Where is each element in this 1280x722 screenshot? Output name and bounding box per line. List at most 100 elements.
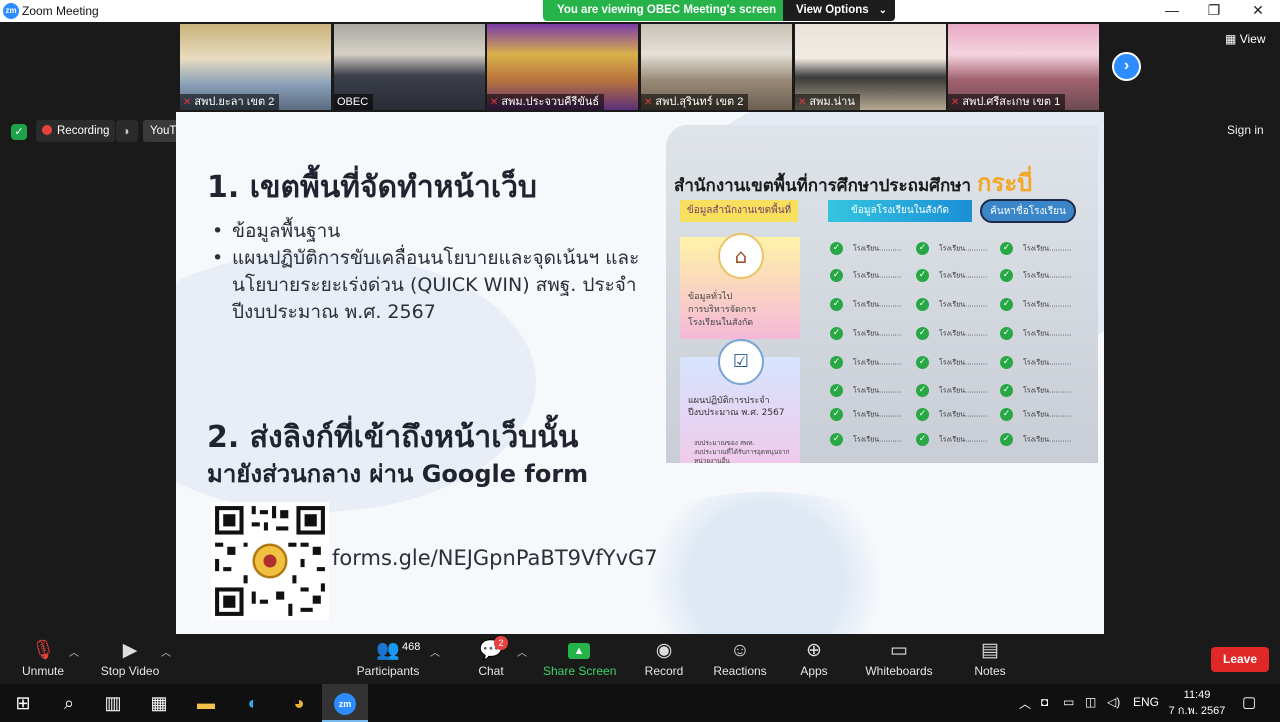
qr-code [211,502,329,620]
clock-time: 11:49 [1183,689,1211,701]
recording-label: Recording [57,125,110,137]
qr-app-icon[interactable]: ▦ [136,684,182,722]
share-screen-label: Share Screen [543,664,617,678]
participant-name: สพป.ยะลา เขต 2 [194,96,275,108]
meeting-toolbar: 🎙 Unmute ︿ ▶ Stop Video ︿ 👥 Participants… [0,634,1280,684]
sign-in-link[interactable]: Sign in [1227,123,1264,137]
office-card-item: การบริหารจัดการโรงเรียนในสังกัด [688,305,757,328]
show-hidden-icons-icon[interactable]: ︿ [1019,695,1031,712]
file-explorer-icon[interactable]: ▬ [183,684,229,722]
share-screen-button[interactable]: ▲ Share Screen [543,638,617,682]
participant-tile[interactable]: ✕ สพป.ยะลา เขต 2 [180,24,331,110]
windows-start-icon[interactable]: ⊞ [0,684,46,722]
view-options-button[interactable]: View Options ⌄ [783,0,895,21]
security-shield-icon[interactable]: ✓ [11,124,27,140]
participant-tile[interactable]: ✕ สพป.สุรินทร์ เขต 2 [641,24,792,110]
school-list-item: ✓ โรงเรียน.......... [1000,408,1071,421]
preview-title: สำนักงานเขตพื้นที่การศึกษาประถมศึกษา กระ… [674,163,1032,202]
audio-options-caret-icon[interactable]: ︿ [69,644,79,659]
participants-label: Participants [356,664,420,678]
school-list-item: ✓ โรงเรียน.......... [830,408,901,421]
slide-bullet: แผนปฏิบัติการขับเคลื่อนนโยบายและจุดเน้นฯ… [212,245,672,326]
whiteboards-button[interactable]: ▭ Whiteboards [864,638,934,682]
muted-mic-icon: ✕ [490,97,499,108]
school-list-item: ✓ โรงเรียน.......... [830,242,901,255]
reactions-label: Reactions [713,664,767,678]
chat-options-caret-icon[interactable]: ︿ [517,644,527,659]
live-stream-icon[interactable]: ◗ [116,120,138,142]
participant-name-tag: ✕ สพม.ประจวบคีรีขันธ์ [487,94,605,110]
participant-name-tag: ✕ สพป.ศรีสะเกษ เขต 1 [948,94,1066,110]
muted-mic-icon: ✕ [183,97,192,108]
apps-button[interactable]: ⊕ Apps [798,638,830,682]
smiley-icon: ☺ [730,640,750,661]
notification-icon[interactable]: ▢ [1242,693,1256,711]
record-dot-icon [42,125,52,135]
edge-browser-icon[interactable]: ◐ [230,684,276,722]
participant-name: สพม.ประจวบคีรีขันธ์ [501,96,600,108]
network-icon[interactable]: ◫ [1085,695,1096,709]
participant-tile[interactable]: OBEC [334,24,485,110]
check-icon: ✓ [1000,298,1013,311]
tray-app-icon[interactable]: ◘ [1041,695,1048,709]
chrome-browser-icon[interactable]: ◕ [276,684,322,722]
search-school-button: ค้นหาชื่อโรงเรียน [980,199,1076,223]
video-options-caret-icon[interactable]: ︿ [161,644,171,659]
share-screen-icon: ▲ [543,638,615,664]
minimize-button[interactable]: — [1150,0,1194,22]
participant-tile[interactable]: ✕ สพม.น่าน [795,24,946,110]
task-view-icon[interactable]: ▥ [90,684,136,722]
office-info-label: ข้อมูลสำนักงานเขตพื้นที่ [680,200,798,222]
participant-name-tag: ✕ สพป.ยะลา เขต 2 [180,94,280,110]
check-icon: ✓ [830,384,843,397]
check-icon: ✓ [830,327,843,340]
school-building-icon: ⌂ [718,233,764,279]
check-icon: ✓ [916,298,929,311]
gallery-view-icon: ▦ [1225,32,1237,46]
participant-name-tag: ✕ สพป.สุรินทร์ เขต 2 [641,94,749,110]
school-list-item: ✓ โรงเรียน.......... [1000,242,1071,255]
recording-indicator[interactable]: Recording [36,120,116,142]
close-button[interactable]: ✕ [1236,0,1280,22]
check-icon: ✓ [1000,384,1013,397]
website-preview-image: สำนักงานเขตพื้นที่การศึกษาประถมศึกษา กระ… [666,125,1098,463]
participant-tile[interactable]: ✕ สพม.ประจวบคีรีขันธ์ [487,24,638,110]
participant-tile[interactable]: ✕ สพป.ศรีสะเกษ เขต 1 [948,24,1099,110]
check-icon: ✓ [830,408,843,421]
window-title: Zoom Meeting [22,4,99,18]
windows-taskbar: ⊞ ⌕ ▥ ▦ ▬ ◐ ◕ zm ︿ ◘ ▭ ◫ ◁) ENG 11:49 7 … [0,684,1280,722]
stop-video-button[interactable]: ▶ Stop Video [98,638,162,682]
record-button[interactable]: ◉ Record [642,638,686,682]
check-icon: ✓ [916,433,929,446]
participants-options-caret-icon[interactable]: ︿ [430,644,440,659]
chat-label: Chat [478,664,504,678]
leave-button[interactable]: Leave [1211,647,1269,672]
stop-video-label: Stop Video [100,664,160,678]
check-icon: ✓ [1000,356,1013,369]
record-icon: ◉ [655,640,673,661]
check-icon: ✓ [916,269,929,282]
office-card-item: ข้อมูลทั่วไป [688,292,733,302]
restore-button[interactable]: ❐ [1192,0,1236,22]
check-icon: ✓ [1000,242,1013,255]
system-clock[interactable]: 11:49 7 ก.พ. 2567 [1166,687,1228,719]
check-icon: ✓ [1000,269,1013,282]
search-icon[interactable]: ⌕ [46,684,92,722]
next-page-button[interactable]: › [1112,52,1141,81]
input-language[interactable]: ENG [1133,695,1159,709]
school-list-item: ✓ โรงเรียน.......... [1000,356,1071,369]
school-list-item: ✓ โรงเรียน.......... [916,356,987,369]
school-list-item: ✓ โรงเรียน.......... [1000,433,1071,446]
school-list-item: ✓ โรงเรียน.......... [1000,384,1071,397]
reactions-button[interactable]: ☺ Reactions [710,638,770,682]
volume-icon[interactable]: ◁) [1107,695,1120,709]
school-list-item: ✓ โรงเรียน.......... [916,269,987,282]
zoom-taskbar-icon[interactable]: zm [322,684,368,722]
battery-icon[interactable]: ▭ [1063,695,1074,709]
unmute-button[interactable]: 🎙 Unmute [16,638,70,682]
participant-gallery: ✕ สพป.ยะลา เขต 2 OBEC ✕ สพม.ประจวบคีรีขันธ… [0,22,1280,112]
check-icon: ✓ [1000,408,1013,421]
view-button[interactable]: ▦ View [1225,32,1265,46]
notes-button[interactable]: ▤ Notes [972,638,1008,682]
slide-subheading: มายังส่วนกลาง ผ่าน Google form [207,460,589,488]
